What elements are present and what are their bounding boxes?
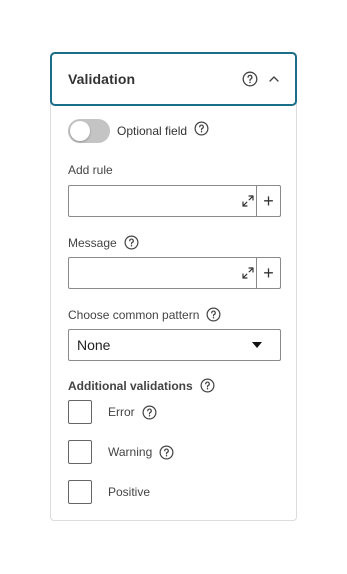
warning-validation-row: Warning (68, 440, 174, 464)
positive-label: Positive (108, 485, 151, 499)
error-label: Error (108, 405, 135, 419)
error-validation-row: Error (68, 400, 157, 424)
help-icon[interactable] (159, 445, 174, 460)
common-pattern-label-text: Choose common pattern (68, 307, 200, 322)
toggle-knob (70, 121, 90, 141)
validation-panel: Validation Optional field Add rule + Mes… (50, 52, 297, 521)
add-rule-label-text: Add rule (68, 163, 113, 177)
help-icon[interactable] (206, 307, 221, 322)
add-rule-input[interactable] (69, 186, 240, 216)
positive-validation-row: Positive (68, 480, 150, 504)
optional-field-label: Optional field (117, 124, 188, 138)
error-checkbox[interactable] (68, 400, 92, 424)
common-pattern-label: Choose common pattern (68, 307, 221, 322)
optional-field-row: Optional field (68, 119, 209, 143)
message-field: + (68, 257, 281, 289)
additional-validations-title: Additional validations (68, 378, 215, 393)
positive-checkbox[interactable] (68, 480, 92, 504)
add-rule-label: Add rule (68, 163, 113, 177)
message-label: Message (68, 235, 139, 250)
optional-field-toggle[interactable] (68, 119, 110, 143)
add-message-button[interactable]: + (256, 258, 280, 288)
warning-label: Warning (108, 445, 153, 459)
add-rule-button[interactable]: + (256, 186, 280, 216)
message-label-text: Message (68, 235, 117, 250)
caret-down-icon (252, 342, 262, 348)
help-icon[interactable] (194, 121, 209, 136)
warning-checkbox[interactable] (68, 440, 92, 464)
message-input[interactable] (69, 258, 240, 288)
help-icon[interactable] (200, 378, 215, 393)
help-icon[interactable] (124, 235, 139, 250)
selected-pattern: None (77, 337, 111, 353)
help-icon[interactable] (242, 71, 258, 87)
expand-arrows-icon[interactable] (240, 186, 256, 216)
panel-header[interactable]: Validation (50, 52, 297, 106)
chevron-up-icon[interactable] (268, 73, 280, 85)
help-icon[interactable] (142, 405, 157, 420)
add-rule-field: + (68, 185, 281, 217)
common-pattern-select[interactable]: None (68, 329, 281, 361)
panel-title: Validation (68, 71, 136, 87)
additional-validations-title-text: Additional validations (68, 378, 193, 393)
expand-arrows-icon[interactable] (240, 258, 256, 288)
